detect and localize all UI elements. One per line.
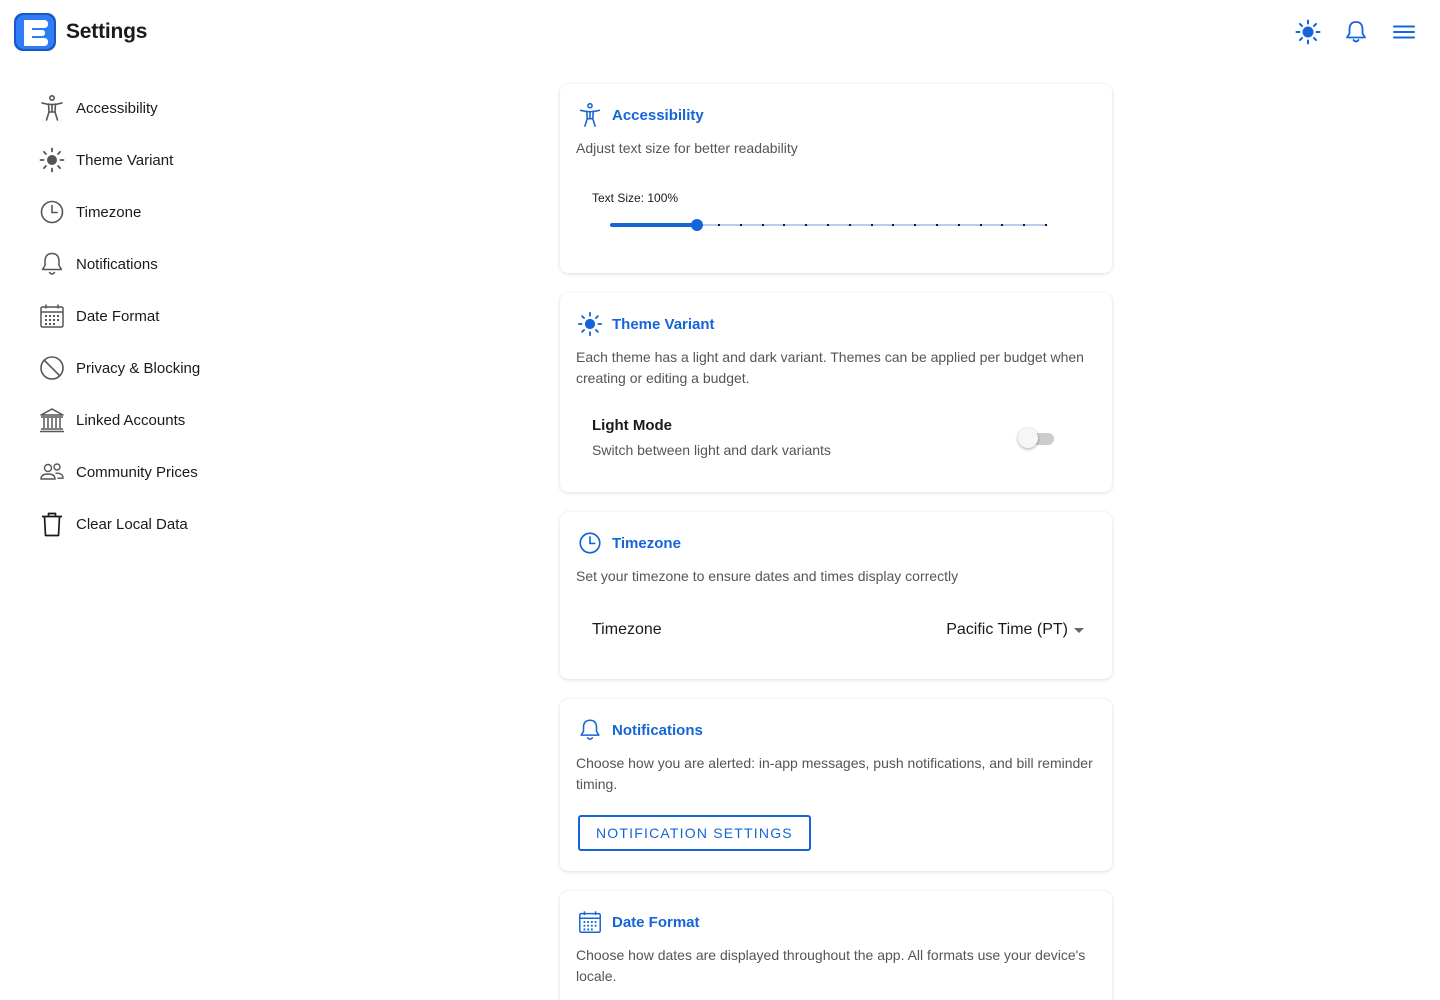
card-title: Accessibility: [612, 106, 704, 124]
sidebar-item-label: Date Format: [76, 307, 160, 325]
sun-icon: [36, 144, 68, 176]
theme-variant-card: Theme Variant Each theme has a light and…: [560, 293, 1112, 492]
light-mode-label: Light Mode: [592, 417, 672, 434]
sidebar-item-theme-variant[interactable]: Theme Variant: [36, 134, 296, 186]
notifications-card: Notifications Choose how you are alerted…: [560, 699, 1112, 871]
app-header: Settings: [0, 0, 1440, 66]
light-mode-description: Switch between light and dark variants: [592, 442, 831, 458]
timezone-select[interactable]: Pacific Time (PT): [946, 621, 1084, 639]
sidebar-item-accessibility[interactable]: Accessibility: [36, 82, 296, 134]
sidebar-item-label: Accessibility: [76, 99, 158, 117]
slider-tick: [979, 224, 982, 226]
slider-tick: [739, 224, 742, 226]
slider-tick: [1023, 224, 1026, 226]
settings-content: Accessibility Adjust text size for bette…: [560, 84, 1112, 1000]
sidebar-item-label: Clear Local Data: [76, 515, 188, 533]
people-icon: [36, 456, 68, 488]
trash-icon: [36, 508, 68, 540]
sidebar-item-clear-local-data[interactable]: Clear Local Data: [36, 498, 296, 550]
caret-down-icon: [1074, 627, 1084, 633]
bell-icon[interactable]: [1342, 18, 1370, 46]
timezone-card: Timezone Set your timezone to ensure dat…: [560, 512, 1112, 679]
card-description: Choose how dates are displayed throughou…: [576, 947, 1086, 984]
date-format-card: Date Format Choose how dates are display…: [560, 891, 1112, 1000]
slider-tick: [718, 224, 720, 226]
sidebar-item-notifications[interactable]: Notifications: [36, 238, 296, 290]
calendar-icon: [36, 300, 68, 332]
light-mode-toggle[interactable]: [1018, 427, 1056, 449]
accessibility-icon: [36, 92, 68, 124]
timezone-select-label: Timezone: [592, 621, 662, 638]
card-title: Date Format: [612, 913, 700, 931]
sidebar-item-linked-accounts[interactable]: Linked Accounts: [36, 394, 296, 446]
sidebar-item-date-format[interactable]: Date Format: [36, 290, 296, 342]
slider-tick: [936, 224, 938, 226]
clock-icon: [36, 196, 68, 228]
sidebar-item-label: Notifications: [76, 255, 158, 273]
app-logo[interactable]: [13, 12, 57, 52]
bank-icon: [36, 404, 68, 436]
notification-settings-button[interactable]: NOTIFICATION SETTINGS: [578, 815, 811, 851]
slider-tick: [848, 224, 851, 226]
slider-tick: [783, 224, 786, 226]
timezone-select-value: Pacific Time (PT): [946, 621, 1068, 638]
card-description: Set your timezone to ensure dates and ti…: [576, 568, 959, 584]
card-description: Adjust text size for better readability: [576, 140, 798, 156]
bell-icon: [576, 716, 604, 744]
menu-icon[interactable]: [1390, 18, 1418, 46]
bell-icon: [36, 248, 68, 280]
slider-tick: [892, 224, 895, 226]
sidebar-item-community-prices[interactable]: Community Prices: [36, 446, 296, 498]
slider-tick: [870, 224, 873, 226]
slider-tick: [1045, 224, 1047, 226]
slider-tick: [827, 224, 829, 226]
card-description: Choose how you are alerted: in-app messa…: [576, 755, 1093, 792]
sidebar-item-label: Theme Variant: [76, 151, 174, 169]
clock-icon: [576, 529, 604, 557]
calendar-icon: [576, 908, 604, 936]
slider-tick: [761, 224, 764, 226]
settings-sidebar: Accessibility Theme Variant Timezone Not…: [36, 82, 296, 550]
slider-track: [610, 223, 698, 227]
card-title: Theme Variant: [612, 315, 715, 333]
accessibility-icon: [576, 101, 604, 129]
sidebar-item-label: Linked Accounts: [76, 411, 186, 429]
slider-tick: [1001, 224, 1004, 226]
slider-tick: [957, 224, 960, 226]
sun-icon: [576, 310, 604, 338]
slider-tick: [805, 224, 808, 226]
toggle-knob: [1018, 427, 1038, 448]
sun-icon[interactable]: [1294, 18, 1322, 46]
sidebar-item-label: Timezone: [76, 203, 142, 221]
text-size-label: Text Size: 100%: [592, 191, 679, 205]
card-description: Each theme has a light and dark variant.…: [576, 349, 1084, 386]
block-icon: [36, 352, 68, 384]
accessibility-card: Accessibility Adjust text size for bette…: [560, 84, 1112, 273]
sidebar-item-privacy-blocking[interactable]: Privacy & Blocking: [36, 342, 296, 394]
card-title: Notifications: [612, 721, 703, 739]
slider-tick: [914, 224, 917, 226]
text-size-slider[interactable]: [610, 215, 1047, 235]
card-title: Timezone: [612, 534, 681, 552]
page-title: Settings: [66, 20, 148, 43]
sidebar-item-label: Community Prices: [76, 463, 198, 481]
sidebar-item-timezone[interactable]: Timezone: [36, 186, 296, 238]
sidebar-item-label: Privacy & Blocking: [76, 359, 201, 377]
slider-thumb[interactable]: [691, 219, 704, 231]
